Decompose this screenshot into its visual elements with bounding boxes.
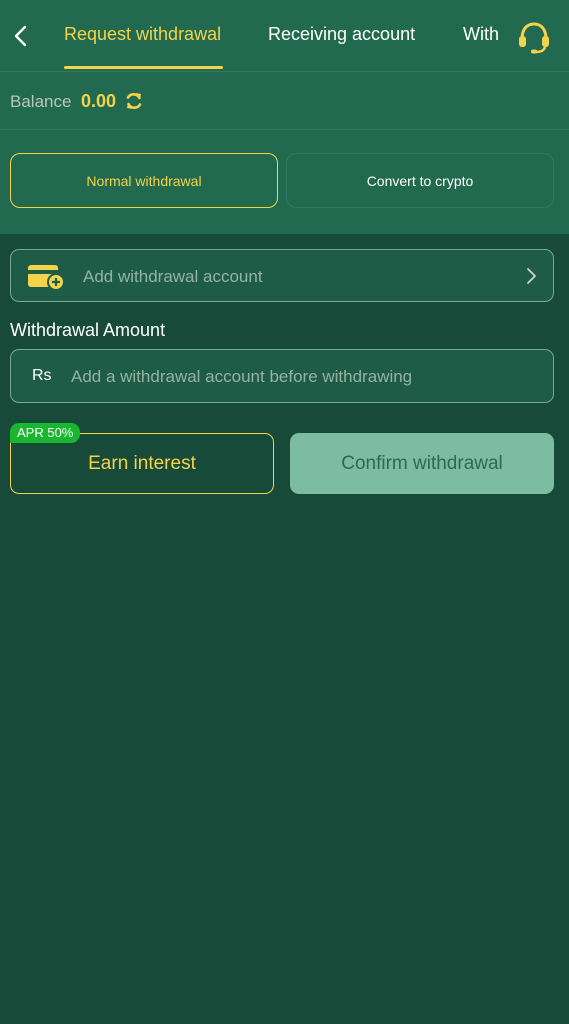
add-withdrawal-account-row[interactable]: Add withdrawal account	[10, 249, 554, 302]
tab-request-withdrawal[interactable]: Request withdrawal	[64, 24, 221, 45]
withdrawal-amount-input[interactable]	[69, 358, 543, 396]
convert-to-crypto-button[interactable]: Convert to crypto	[286, 153, 554, 208]
normal-withdrawal-button[interactable]: Normal withdrawal	[10, 153, 278, 208]
headset-icon[interactable]	[516, 20, 552, 54]
apr-badge: APR 50%	[10, 423, 81, 443]
tab-withdrawal-history[interactable]: With	[463, 24, 499, 45]
withdrawal-amount-title: Withdrawal Amount	[10, 320, 166, 340]
active-tab-indicator	[64, 66, 223, 69]
balance-label: Balance	[10, 92, 72, 111]
back-icon[interactable]	[10, 24, 32, 48]
withdrawal-amount-field: Rs	[10, 349, 554, 403]
tab-receiving-account[interactable]: Receiving account	[268, 24, 415, 45]
add-withdrawal-account-label: Add withdrawal account	[83, 267, 263, 286]
currency-symbol: Rs	[32, 367, 52, 384]
balance-value: 0.00	[81, 91, 117, 111]
chevron-right-icon	[527, 268, 536, 284]
confirm-withdrawal-button[interactable]: Confirm withdrawal	[290, 433, 554, 494]
refresh-icon[interactable]	[124, 91, 144, 111]
wallet-add-icon	[28, 265, 65, 291]
balance-bar: Balance 0.00	[0, 72, 569, 130]
withdrawal-type-selector: Normal withdrawal Convert to crypto	[0, 130, 569, 234]
top-nav: Request withdrawal Receiving account Wit…	[0, 0, 569, 72]
